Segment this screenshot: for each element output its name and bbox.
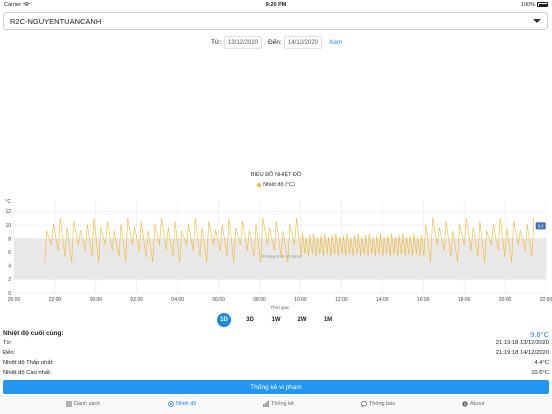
tab-notifications[interactable]: Thông báo (361, 401, 395, 407)
tab-label: Thông báo (369, 401, 396, 407)
from-date-field[interactable]: 13/12/2020 (224, 36, 262, 49)
y-tick-label: 8 (8, 236, 11, 242)
station-selected-value: R2C-NGUYENTUANCANH (10, 16, 102, 26)
x-tick-label: 06:00 (212, 297, 225, 303)
stats-row-to: Đến: 21:19:18 14/12/2020 (3, 350, 549, 356)
violation-stats-button[interactable]: Thống kê vi phạm (3, 380, 549, 394)
stats-row-min: Nhiệt độ Thấp nhất: 4.4°C (3, 360, 549, 366)
info-icon (462, 401, 468, 407)
x-axis-label: Thời gian (271, 305, 290, 310)
x-tick-label: 12:00 (335, 297, 348, 303)
x-tick-label: 22:00 (540, 297, 552, 303)
stats-value: 10.6°C (531, 370, 549, 376)
tab-list[interactable]: Danh sách (66, 401, 100, 407)
safe-zone-band (14, 238, 546, 280)
tab-label: About (470, 401, 485, 407)
tab-about[interactable]: About (462, 401, 484, 407)
chevron-down-icon (533, 19, 541, 23)
x-tick-label: 00:00 (90, 297, 103, 303)
last-temp-value: 9.8°C (530, 330, 549, 339)
stats-header-row: Nhiệt độ cuối cùng: 9.8°C (3, 330, 549, 339)
stats-value: 4.4°C (534, 360, 549, 366)
x-tick-label: 20:00 (499, 297, 512, 303)
bar-chart-icon (263, 401, 269, 407)
x-tick-label: 04:00 (171, 297, 184, 303)
stats-value: 21:19:18 13/12/2020 (495, 340, 549, 346)
stats-label: Nhiệt độ Thấp nhất: (3, 360, 54, 366)
temperature-chart: BIỂU ĐỒ NHIỆT ĐỘ Nhiệt độ (°C) 0 2 4 6 8 10 12… (0, 168, 552, 314)
y-axis-label: °C (5, 199, 11, 205)
range-tabs: 1D 3D 1W 2W 1M (0, 313, 552, 327)
stats-row-from: Từ: 21:19:18 13/12/2020 (3, 340, 549, 346)
thermometer-icon (168, 401, 174, 407)
stats-label: Nhiệt độ Cao nhất: (3, 370, 52, 376)
range-tab-1w[interactable]: 1W (269, 313, 283, 327)
tab-statistics[interactable]: Thống kê (263, 401, 294, 407)
last-value-label: 9.8 (538, 224, 544, 229)
range-tab-3d[interactable]: 3D (243, 313, 257, 327)
status-bar: Carrier 9:20 PM 100% (0, 0, 552, 9)
tab-bar: Danh sách Nhiệt độ Thống kê Thông báo Ab… (0, 396, 552, 414)
x-tick-label: 02:00 (131, 297, 144, 303)
stats-row-max: Nhiệt độ Cao nhất: 10.6°C (3, 370, 549, 376)
y-tick-label: 2 (8, 277, 11, 283)
x-tick-label: 10:00 (294, 297, 307, 303)
tab-label: Danh sách (74, 401, 101, 407)
view-button[interactable]: Xem (329, 39, 342, 46)
date-filter-row: Từ: 13/12/2020 Đến: 14/12/2020 Xem (0, 36, 552, 50)
list-icon (66, 401, 72, 407)
y-tick-label: 4 (8, 264, 11, 270)
status-time: 9:20 PM (265, 1, 287, 8)
stats-label: Đến: (3, 350, 16, 356)
tab-label: Nhiệt độ (176, 401, 197, 407)
last-temp-label: Nhiệt độ cuối cùng: (3, 330, 64, 337)
safe-zone-label: Khoảng nhiệt độ hợp lệ (262, 255, 301, 259)
y-tick-label: 10 (5, 223, 11, 229)
x-tick-label: 16:00 (417, 297, 430, 303)
chart-plot: 0 2 4 6 8 10 12 °C 20:00 22:00 00:00 02:00 04:00 06:0… (5, 199, 552, 310)
to-date-field[interactable]: 14/12/2020 (284, 36, 322, 49)
y-tick-label: 6 (8, 250, 11, 256)
x-tick-label: 22:00 (49, 297, 62, 303)
chat-icon (361, 401, 367, 407)
battery-icon (537, 2, 548, 7)
x-tick-label: 08:00 (253, 297, 266, 303)
tab-label: Thống kê (271, 401, 294, 407)
range-tab-1d[interactable]: 1D (217, 313, 231, 327)
range-tab-2w[interactable]: 2W (295, 313, 309, 327)
range-tab-1m[interactable]: 1M (321, 313, 335, 327)
to-label: Đến: (268, 39, 282, 46)
tab-temperature[interactable]: Nhiệt độ (168, 401, 197, 407)
station-dropdown[interactable]: R2C-NGUYENTUANCANH (3, 12, 548, 30)
stats-value: 21:19:18 14/12/2020 (495, 350, 549, 356)
x-tick-label: 18:00 (458, 297, 471, 303)
y-tick-label: 12 (5, 209, 11, 215)
x-tick-label: 20:00 (8, 297, 21, 303)
from-label: Từ: (211, 39, 222, 46)
x-tick-label: 14:00 (376, 297, 389, 303)
stats-label: Từ: (3, 340, 13, 346)
y-tick-label: 0 (8, 291, 11, 297)
